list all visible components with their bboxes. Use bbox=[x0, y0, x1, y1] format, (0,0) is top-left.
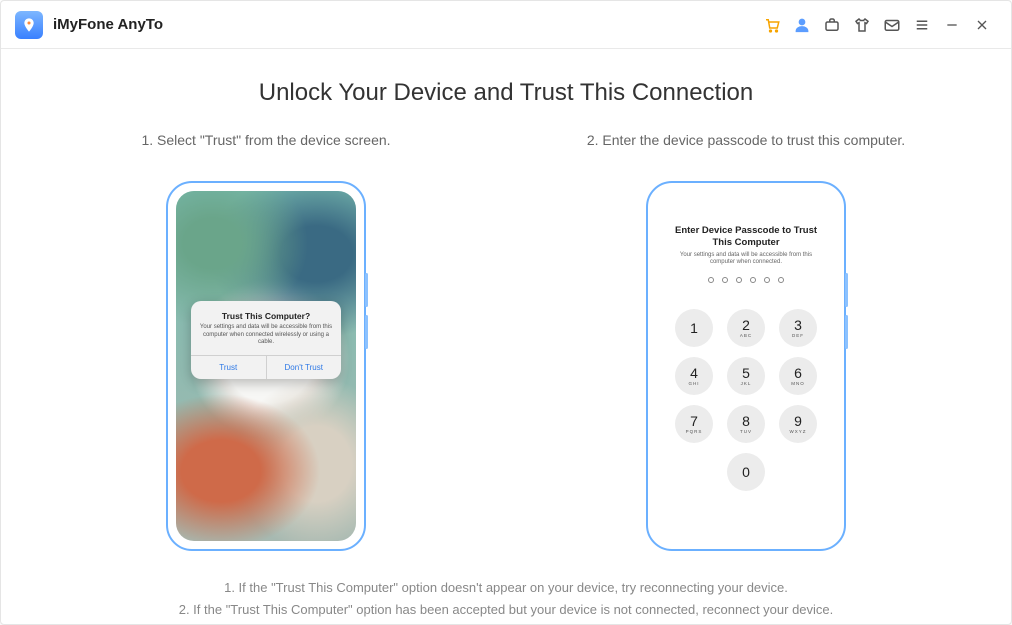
key-9: 9WXYZ bbox=[779, 405, 817, 443]
app-title: iMyFone AnyTo bbox=[53, 16, 163, 33]
cart-icon[interactable] bbox=[757, 10, 787, 40]
key-1: 1 bbox=[675, 309, 713, 347]
content: Unlock Your Device and Trust This Connec… bbox=[1, 49, 1011, 621]
key-8: 8TUV bbox=[727, 405, 765, 443]
titlebar: iMyFone AnyTo bbox=[1, 1, 1011, 49]
mail-icon[interactable] bbox=[877, 10, 907, 40]
step-1-column: 1. Select "Trust" from the device screen… bbox=[106, 131, 426, 551]
keypad: 1 2ABC 3DEF 4GHI 5JKL 6MNO 7PQRS 8TUV 9W… bbox=[656, 309, 836, 491]
key-4: 4GHI bbox=[675, 357, 713, 395]
trust-alert: Trust This Computer? Your settings and d… bbox=[191, 301, 341, 379]
close-button[interactable] bbox=[967, 10, 997, 40]
footer-notes: 1. If the "Trust This Computer" option d… bbox=[51, 577, 961, 621]
note-1: 1. If the "Trust This Computer" option d… bbox=[81, 577, 931, 599]
menu-icon[interactable] bbox=[907, 10, 937, 40]
briefcase-icon[interactable] bbox=[817, 10, 847, 40]
key-7: 7PQRS bbox=[675, 405, 713, 443]
trust-button: Trust bbox=[191, 356, 267, 379]
key-2: 2ABC bbox=[727, 309, 765, 347]
key-0: 0 bbox=[727, 453, 765, 491]
phone-trust-illustration: Trust This Computer? Your settings and d… bbox=[166, 181, 366, 551]
passcode-subtitle: Your settings and data will be accessibl… bbox=[670, 252, 822, 267]
user-icon[interactable] bbox=[787, 10, 817, 40]
key-6: 6MNO bbox=[779, 357, 817, 395]
app-logo bbox=[15, 11, 43, 39]
page-title: Unlock Your Device and Trust This Connec… bbox=[51, 79, 961, 107]
alert-title: Trust This Computer? bbox=[199, 311, 333, 321]
key-5: 5JKL bbox=[727, 357, 765, 395]
step-2-column: 2. Enter the device passcode to trust th… bbox=[586, 131, 906, 551]
dont-trust-button: Don't Trust bbox=[267, 356, 342, 379]
alert-message: Your settings and data will be accessibl… bbox=[199, 324, 333, 347]
passcode-title: Enter Device Passcode to Trust This Comp… bbox=[670, 225, 822, 249]
phone-passcode-illustration: Enter Device Passcode to Trust This Comp… bbox=[646, 181, 846, 551]
minimize-button[interactable] bbox=[937, 10, 967, 40]
step-2-text: 2. Enter the device passcode to trust th… bbox=[587, 131, 905, 171]
step-1-text: 1. Select "Trust" from the device screen… bbox=[141, 131, 390, 171]
shirt-icon[interactable] bbox=[847, 10, 877, 40]
note-2: 2. If the "Trust This Computer" option h… bbox=[81, 599, 931, 621]
key-3: 3DEF bbox=[779, 309, 817, 347]
passcode-dots bbox=[670, 277, 822, 283]
